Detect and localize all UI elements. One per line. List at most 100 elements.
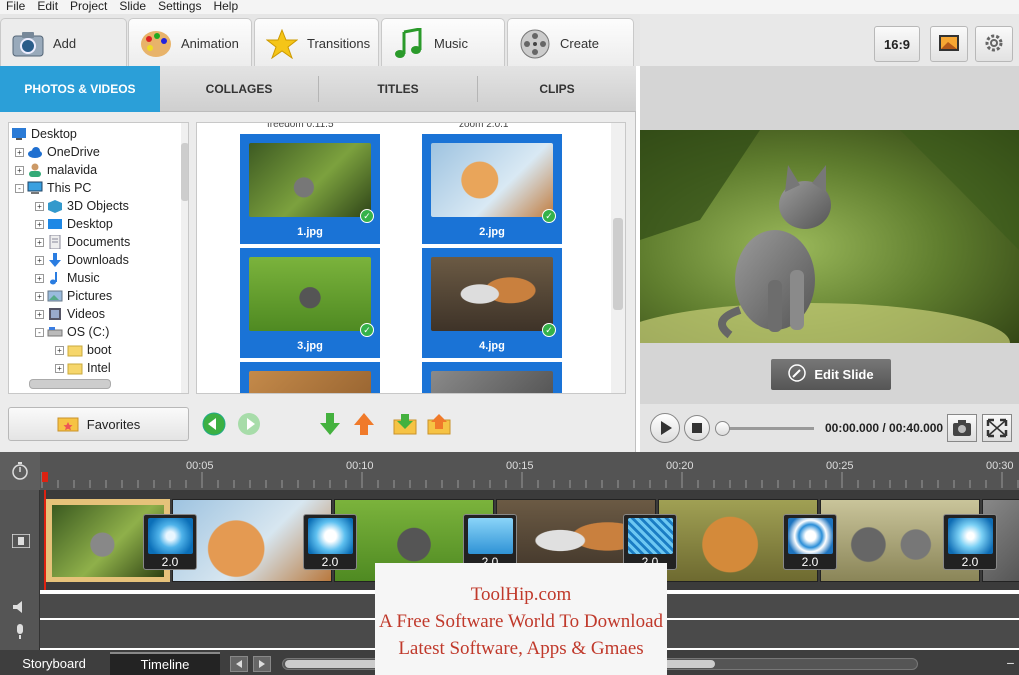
back-arrow-icon[interactable] — [202, 412, 226, 436]
watermark-line: A Free Software World To Download — [378, 611, 664, 632]
tab-photos-videos[interactable]: PHOTOS & VIDEOS — [0, 66, 160, 112]
stop-icon — [692, 423, 702, 433]
settings-button[interactable] — [975, 26, 1013, 62]
tab-timeline[interactable]: Timeline — [110, 652, 220, 675]
camera-icon — [953, 420, 971, 436]
expand-icon[interactable]: + — [35, 309, 44, 319]
monitor-icon — [11, 127, 27, 141]
media-scrollbar[interactable] — [611, 123, 625, 393]
tree-item-pictures[interactable]: + Pictures — [35, 287, 112, 305]
transition-1[interactable]: 2.0 — [143, 514, 197, 570]
tab-clips[interactable]: CLIPS — [478, 66, 636, 112]
expand-icon[interactable]: + — [35, 255, 44, 265]
move-up-icon[interactable] — [352, 412, 376, 436]
media-thumb-3[interactable]: ✓ 3.jpg — [240, 248, 380, 358]
add-folder-down-icon[interactable] — [393, 412, 417, 436]
tree-item-malavida[interactable]: + malavida — [15, 161, 97, 179]
scroll-thumb[interactable] — [613, 218, 623, 310]
scroll-right-button[interactable] — [253, 656, 271, 672]
media-thumb-6[interactable] — [422, 362, 562, 393]
media-thumb-1[interactable]: ✓ 1.jpg — [240, 134, 380, 244]
tree-item-onedrive[interactable]: + OneDrive — [15, 143, 100, 161]
tree-item-music[interactable]: + Music — [35, 269, 100, 287]
tree-item-3d-objects[interactable]: + 3D Objects — [35, 197, 129, 215]
tree-item-downloads[interactable]: + Downloads — [35, 251, 129, 269]
expand-icon[interactable]: + — [15, 165, 24, 175]
favorites-button[interactable]: Favorites — [8, 407, 189, 441]
aspect-ratio-button[interactable]: 16:9 — [874, 26, 920, 62]
tree-item-this-pc[interactable]: - This PC — [15, 179, 91, 197]
tree-item-intel[interactable]: + Intel — [55, 359, 111, 377]
ruler-label: 00:20 — [666, 460, 694, 472]
expand-icon[interactable]: + — [15, 147, 24, 157]
menu-project[interactable]: Project — [64, 0, 113, 14]
tree-item-os-c[interactable]: - OS (C:) — [35, 323, 109, 341]
move-down-icon[interactable] — [318, 412, 342, 436]
scroll-thumb[interactable] — [181, 143, 188, 201]
transition-2[interactable]: 2.0 — [303, 514, 357, 570]
expand-icon[interactable]: + — [35, 201, 44, 211]
add-folder-up-icon[interactable] — [427, 412, 451, 436]
tab-storyboard[interactable]: Storyboard — [0, 652, 108, 675]
menu-slide[interactable]: Slide — [113, 0, 152, 14]
fullscreen-button[interactable] — [982, 414, 1012, 442]
timeline-ruler[interactable]: 00:05 00:10 00:15 00:20 00:25 00:30 — [0, 452, 1019, 490]
menu-settings[interactable]: Settings — [152, 0, 207, 14]
seek-handle[interactable] — [715, 421, 730, 436]
expand-icon[interactable]: + — [35, 273, 44, 283]
tree-item-documents[interactable]: + Documents — [35, 233, 130, 251]
media-thumb-4[interactable]: ✓ 4.jpg — [422, 248, 562, 358]
scroll-left-button[interactable] — [230, 656, 248, 672]
collapse-icon[interactable]: - — [35, 327, 44, 337]
user-icon — [27, 163, 43, 177]
playhead[interactable] — [42, 472, 48, 482]
thumb-label: 4.jpg — [479, 340, 505, 352]
watermark-line: Latest Software, Apps & Gmaes — [398, 638, 644, 659]
tab-transitions[interactable]: Transitions — [254, 18, 379, 68]
expand-icon[interactable]: + — [55, 345, 64, 355]
tab-add[interactable]: Add — [0, 18, 127, 68]
cube-icon — [47, 199, 63, 213]
ruler-label: 00:15 — [506, 460, 534, 472]
transition-6[interactable]: 2.0 — [943, 514, 997, 570]
tree-item-desktop[interactable]: + Desktop — [35, 215, 113, 233]
tree-hscroll-thumb[interactable] — [29, 379, 111, 389]
expand-icon[interactable]: + — [35, 237, 44, 247]
tree-item-videos[interactable]: + Videos — [35, 305, 105, 323]
tab-titles[interactable]: TITLES — [319, 66, 477, 112]
media-thumb-2[interactable]: ✓ 2.jpg — [422, 134, 562, 244]
edit-slide-button[interactable]: Edit Slide — [771, 359, 891, 390]
tab-animation[interactable]: Animation — [128, 18, 252, 68]
tab-create[interactable]: Create — [507, 18, 634, 68]
seek-bar[interactable] — [722, 427, 814, 430]
media-thumb-5[interactable] — [240, 362, 380, 393]
tab-collages[interactable]: COLLAGES — [160, 66, 318, 112]
stop-button[interactable] — [684, 415, 710, 441]
menu-file[interactable]: File — [0, 0, 31, 14]
expand-icon[interactable]: + — [55, 363, 64, 373]
transition-duration: 2.0 — [161, 555, 179, 569]
swirl-transition-icon — [148, 518, 193, 554]
tree-scrollbar[interactable] — [181, 123, 188, 393]
document-icon — [47, 234, 63, 250]
background-button[interactable] — [930, 26, 968, 62]
tree-item-desktop-root[interactable]: Desktop — [11, 125, 77, 143]
menu-edit[interactable]: Edit — [31, 0, 64, 14]
transition-4[interactable]: 2.0 — [623, 514, 677, 570]
folder-tree[interactable]: Desktop + OneDrive + malavida - This PC … — [8, 122, 189, 394]
forward-arrow-icon[interactable] — [237, 412, 261, 436]
expand-icon[interactable]: + — [35, 291, 44, 301]
transition-3[interactable]: 2.0 — [463, 514, 517, 570]
zoom-out-icon[interactable]: − — [1002, 656, 1019, 672]
snapshot-button[interactable] — [947, 414, 977, 442]
transition-5[interactable]: 2.0 — [783, 514, 837, 570]
menu-help[interactable]: Help — [207, 0, 244, 14]
play-button[interactable] — [650, 413, 680, 443]
expand-icon[interactable]: + — [35, 219, 44, 229]
pencil-icon — [788, 364, 807, 385]
tree-item-boot[interactable]: + boot — [55, 341, 111, 359]
collapse-icon[interactable]: - — [15, 183, 24, 193]
thumb-image — [249, 257, 371, 331]
tab-music[interactable]: Music — [381, 18, 505, 68]
camera-icon — [11, 27, 45, 61]
